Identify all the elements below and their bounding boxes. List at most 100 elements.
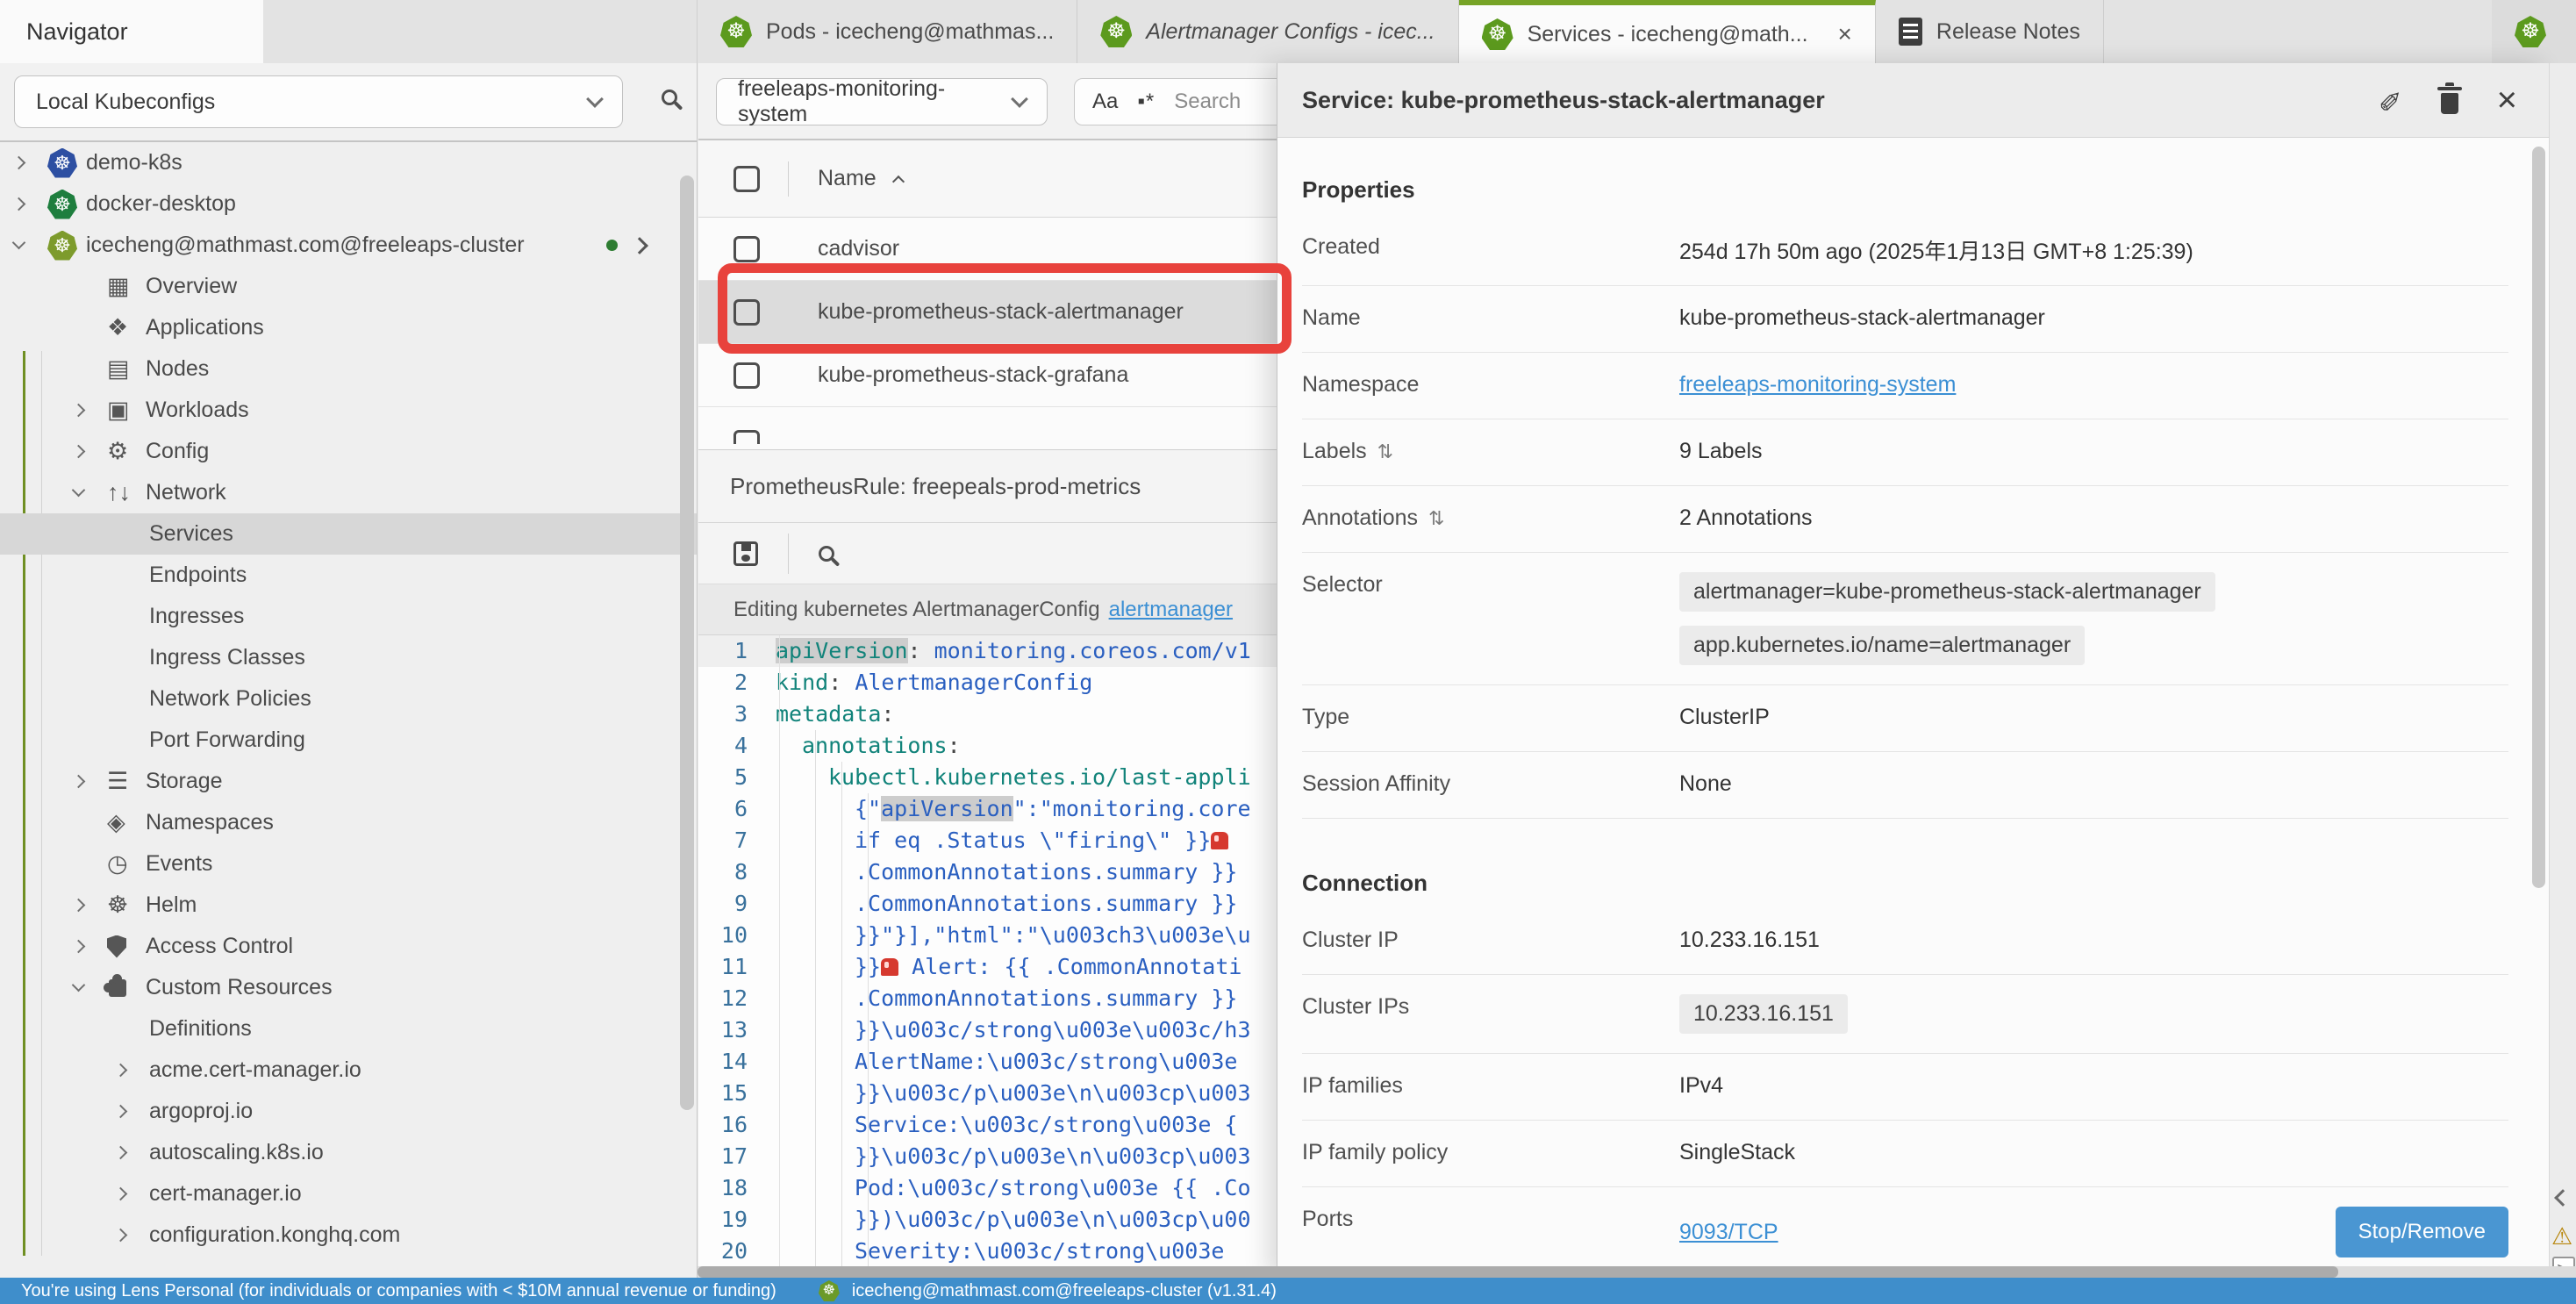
puzzle-icon (109, 979, 126, 997)
sort-toggle-icon[interactable]: ⇅ (1428, 507, 1444, 530)
match-case-toggle[interactable]: Aa (1092, 90, 1118, 114)
property-value: 10.233.16.151 (1679, 994, 2508, 1034)
sidebar-item-network[interactable]: ↑↓Network (0, 472, 697, 513)
select-all-checkbox[interactable] (733, 166, 760, 192)
sidebar-item-events[interactable]: ◷Events (0, 843, 697, 885)
tab-pods-icecheng-mathmas[interactable]: ☸Pods - icecheng@mathmas... (698, 0, 1077, 63)
chevron-down-icon[interactable] (74, 985, 107, 990)
save-icon[interactable] (733, 541, 758, 566)
chevron-right-icon[interactable] (74, 777, 107, 786)
tab-partial[interactable]: ☸ (2492, 0, 2576, 63)
editor-search-icon[interactable] (819, 546, 834, 562)
delete-trash-icon[interactable] (2441, 93, 2458, 114)
row-checkbox[interactable] (733, 362, 760, 389)
sidebar-item-custom-resources[interactable]: Custom Resources (0, 967, 697, 1008)
warning-icon[interactable]: ⚠ (2551, 1223, 2572, 1250)
row-checkbox[interactable] (733, 430, 760, 444)
sort-toggle-icon[interactable]: ⇅ (1377, 441, 1393, 463)
chevron-right-icon[interactable] (74, 900, 107, 910)
sidebar-item-definitions[interactable]: Definitions (0, 1008, 697, 1050)
column-separator (788, 161, 789, 197)
cluster-status (606, 233, 646, 258)
row-checkbox[interactable] (733, 299, 760, 326)
name-column-header[interactable]: Name (818, 166, 903, 191)
tab-release-notes[interactable]: Release Notes (1876, 0, 2104, 63)
chevron-right-icon[interactable] (116, 1065, 149, 1075)
namespace-link[interactable]: freeleaps-monitoring-system (1679, 372, 1956, 397)
sidebar-item-applications[interactable]: ❖Applications (0, 307, 697, 348)
main-horizontal-scrollbar[interactable] (698, 1266, 2576, 1278)
code-text: if eq .Status \"firing\" }} (763, 825, 1228, 856)
drawer-scrollbar[interactable] (2532, 147, 2545, 888)
navigator-scrollbar[interactable] (680, 176, 694, 1110)
drawer-header: Service: kube-prometheus-stack-alertmana… (1277, 63, 2549, 138)
sidebar-item-port-forwarding[interactable]: Port Forwarding (0, 720, 697, 761)
regex-toggle[interactable]: ▪* (1137, 90, 1155, 114)
sidebar-item-icecheng-mathmast-com-freeleaps-cluster[interactable]: ☸icecheng@mathmast.com@freeleaps-cluster (0, 225, 697, 266)
sidebar-item-ingress-classes[interactable]: Ingress Classes (0, 637, 697, 678)
code-text: }} Alert: {{ .CommonAnnotati (763, 951, 1241, 983)
sidebar-item-docker-desktop[interactable]: ☸docker-desktop (0, 183, 697, 225)
row-name: cadvisor (818, 236, 899, 262)
close-icon[interactable]: × (1838, 20, 1852, 48)
sidebar-item-helm[interactable]: ☸Helm (0, 885, 697, 926)
search-icon[interactable] (662, 90, 677, 105)
chevron-right-icon[interactable] (116, 1230, 149, 1240)
sidebar-item-overview[interactable]: ▦Overview (0, 266, 697, 307)
sidebar-item-storage[interactable]: ☰Storage (0, 761, 697, 802)
line-number: 5 (698, 762, 763, 793)
chevron-right-icon[interactable] (14, 158, 47, 168)
sidebar-item-label: Events (146, 851, 212, 877)
property-value: 2 Annotations (1679, 505, 2508, 531)
sidebar-item-endpoints[interactable]: Endpoints (0, 555, 697, 596)
chevron-right-icon[interactable] (116, 1107, 149, 1116)
lens-app-window: Navigator ☸Pods - icecheng@mathmas...☸Al… (0, 0, 2576, 1304)
property-row-ip-families: IP familiesIPv4 (1302, 1054, 2508, 1121)
sidebar-item-configuration-konghq-com[interactable]: configuration.konghq.com (0, 1214, 697, 1256)
sidebar-item-autoscaling-k8s-io[interactable]: autoscaling.k8s.io (0, 1132, 697, 1173)
sidebar-item-workloads[interactable]: ▣Workloads (0, 390, 697, 431)
property-label: Type (1302, 705, 1679, 730)
property-row-labels: Labels⇅9 Labels (1302, 419, 2508, 486)
port-action-button[interactable]: Stop/Remove (2336, 1207, 2508, 1257)
edit-pencil-icon[interactable]: ✎ (2379, 83, 2402, 117)
chevron-right-icon[interactable] (14, 199, 47, 209)
collapse-chevron-icon[interactable] (2554, 1189, 2572, 1207)
chevron-right-icon[interactable] (633, 233, 646, 258)
kubernetes-icon: ☸ (2515, 16, 2546, 47)
tab-services-icecheng-math[interactable]: ☸Services - icecheng@math...× (1459, 0, 1876, 63)
chevron-right-icon[interactable] (74, 405, 107, 415)
sidebar-item-access-control[interactable]: Access Control (0, 926, 697, 967)
sidebar-item-ingresses[interactable]: Ingresses (0, 596, 697, 637)
sidebar-item-namespaces[interactable]: ◈Namespaces (0, 802, 697, 843)
sidebar-item-argoproj-io[interactable]: argoproj.io (0, 1091, 697, 1132)
chevron-right-icon[interactable] (116, 1148, 149, 1157)
shield-icon (107, 935, 126, 958)
row-checkbox[interactable] (733, 236, 760, 262)
kubeconfig-select[interactable]: Local Kubeconfigs (14, 75, 623, 128)
line-number: 9 (698, 888, 763, 920)
line-number: 7 (698, 825, 763, 856)
property-value: IPv4 (1679, 1073, 2508, 1099)
tab-alertmanager-configs-icec[interactable]: ☸Alertmanager Configs - icec... (1077, 0, 1458, 63)
sidebar-item-services[interactable]: Services (0, 513, 697, 555)
sidebar-item-acme-cert-manager-io[interactable]: acme.cert-manager.io (0, 1050, 697, 1091)
sidebar-item-cert-manager-io[interactable]: cert-manager.io (0, 1173, 697, 1214)
line-number: 6 (698, 793, 763, 825)
chevron-right-icon[interactable] (74, 447, 107, 456)
chevron-down-icon[interactable] (74, 491, 107, 495)
chevron-right-icon[interactable] (74, 942, 107, 951)
chevron-right-icon[interactable] (116, 1189, 149, 1199)
sidebar-item-nodes[interactable]: ▤Nodes (0, 348, 697, 390)
sidebar-item-network-policies[interactable]: Network Policies (0, 678, 697, 720)
close-icon[interactable]: × (2497, 82, 2517, 118)
window-right-strip: ⚠ >_ (2549, 63, 2576, 1267)
port-link[interactable]: 9093/TCP (1679, 1220, 1778, 1245)
sidebar-item-demo-k8s[interactable]: ☸demo-k8s (0, 142, 697, 183)
namespace-select[interactable]: freeleaps-monitoring-system (716, 78, 1048, 125)
sidebar-item-config[interactable]: ⚙Config (0, 431, 697, 472)
code-text: {"apiVersion":"monitoring.core (763, 793, 1251, 825)
chevron-down-icon[interactable] (14, 243, 47, 247)
banner-resource-link[interactable]: alertmanager (1109, 598, 1233, 622)
siren-emoji (881, 958, 898, 976)
